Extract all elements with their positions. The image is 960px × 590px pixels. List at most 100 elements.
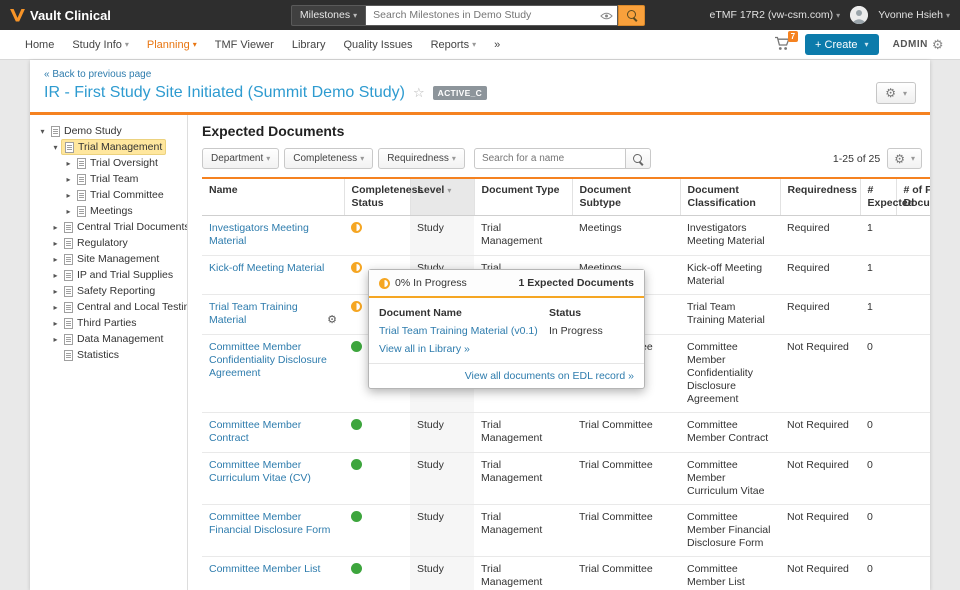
tree-item-safety-reporting[interactable]: ▸Safety Reporting	[30, 283, 187, 299]
tree-item-statistics[interactable]: Statistics	[30, 347, 187, 363]
column-header-requiredness[interactable]: Requiredness	[780, 179, 860, 216]
completeness-complete-icon[interactable]	[351, 459, 362, 470]
primary-nav: HomeStudy Info▾Planning▾ TMF Viewer Librar…	[0, 30, 960, 60]
tree-item-label: Third Parties	[61, 316, 140, 330]
tree-item-trial-team[interactable]: ▸Trial Team	[30, 171, 187, 187]
tree-item-meetings[interactable]: ▸Meetings	[30, 203, 187, 219]
document-icon	[64, 318, 73, 329]
view-all-in-library-link[interactable]: View all in Library »	[379, 343, 549, 355]
nav-item-quality-issues[interactable]: Quality Issues	[334, 30, 421, 60]
page-actions-gear-button[interactable]: ⚙ ▾	[876, 82, 916, 104]
global-search-input[interactable]	[366, 5, 618, 26]
chevron-right-icon[interactable]: ▸	[51, 287, 60, 296]
tree-item-regulatory[interactable]: ▸Regulatory	[30, 235, 187, 251]
document-name-link[interactable]: Kick-off Meeting Material	[209, 262, 324, 274]
chevron-right-icon[interactable]: ▸	[51, 223, 60, 232]
tree-item-trial-management[interactable]: ▾Trial Management	[30, 139, 187, 155]
tree-item-trial-oversight[interactable]: ▸Trial Oversight	[30, 155, 187, 171]
document-name-link[interactable]: Investigators Meeting Material	[209, 222, 309, 247]
chevron-right-icon[interactable]: ▸	[51, 255, 60, 264]
document-name-link[interactable]: Committee Member List	[209, 563, 320, 575]
chevron-right-icon[interactable]: ▸	[51, 335, 60, 344]
nav-item-library[interactable]: Library	[283, 30, 335, 60]
tree-item-trial-committee[interactable]: ▸Trial Committee	[30, 187, 187, 203]
nav-item-reports[interactable]: Reports▾	[422, 30, 486, 60]
document-name-link[interactable]: Committee Member Financial Disclosure Fo…	[209, 511, 330, 536]
filter-requiredness[interactable]: Requiredness▾	[378, 148, 465, 169]
table-header-row: NameCompleteness StatusLevel▾Document Ty…	[202, 179, 930, 216]
chevron-right-icon[interactable]: ▸	[64, 207, 73, 216]
tree-item-third-parties[interactable]: ▸Third Parties	[30, 315, 187, 331]
user-avatar[interactable]	[850, 6, 868, 24]
column-header-expected[interactable]: # Expected	[860, 179, 896, 216]
chevron-right-icon[interactable]: ▸	[51, 303, 60, 312]
nav-item-planning[interactable]: Planning▾	[138, 30, 206, 60]
chevron-right-icon[interactable]: ▸	[51, 239, 60, 248]
nav-item-tmf-viewer[interactable]: TMF Viewer	[206, 30, 283, 60]
document-icon	[64, 270, 73, 281]
vault-selector[interactable]: eTMF 17R2 (vw-csm.com) ▾	[709, 9, 840, 21]
chevron-right-icon[interactable]: ▸	[51, 319, 60, 328]
completeness-complete-icon[interactable]	[351, 511, 362, 522]
tree-item-label: Trial Committee	[74, 188, 167, 202]
name-search-button[interactable]	[626, 148, 651, 169]
filter-department[interactable]: Department▾	[202, 148, 279, 169]
chevron-right-icon[interactable]: ▸	[64, 191, 73, 200]
completeness-complete-icon[interactable]	[351, 341, 362, 352]
tree-item-ip-and-trial-supplies[interactable]: ▸IP and Trial Supplies	[30, 267, 187, 283]
admin-button[interactable]: ADMIN ⚙	[893, 37, 944, 53]
row-actions-gear-icon[interactable]: ⚙	[327, 314, 337, 328]
expected-count-cell: 0	[860, 413, 896, 452]
table-settings-gear-button[interactable]: ⚙ ▾	[887, 148, 922, 169]
tree-item-central-trial-documents[interactable]: ▸Central Trial Documents	[30, 219, 187, 235]
completeness-in-progress-icon[interactable]	[351, 301, 362, 312]
completeness-complete-icon[interactable]	[351, 563, 362, 574]
search-button[interactable]	[618, 5, 645, 26]
nav-item-home[interactable]: Home	[16, 30, 63, 60]
user-menu[interactable]: Yvonne Hsieh ▾	[878, 9, 950, 21]
binoculars-icon[interactable]	[600, 11, 613, 23]
nav-item-more[interactable]: »	[485, 30, 509, 60]
document-name-link[interactable]: Trial Team Training Material	[209, 301, 298, 326]
filter-completeness[interactable]: Completeness▾	[284, 148, 373, 169]
nav-item-label: Reports	[431, 39, 470, 51]
view-all-edl-link[interactable]: View all documents on EDL record »	[465, 370, 634, 382]
completeness-in-progress-icon[interactable]	[351, 222, 362, 233]
chevron-right-icon[interactable]: ▸	[51, 271, 60, 280]
tree-item-data-management[interactable]: ▸Data Management	[30, 331, 187, 347]
document-subtype-cell: Trial Committee	[572, 557, 680, 590]
popup-document-link[interactable]: Trial Team Training Material (v0.1)	[379, 325, 549, 337]
expected-count-cell: 1	[860, 216, 896, 255]
chevron-down-icon[interactable]: ▾	[51, 143, 60, 152]
tree-item-central-and-local-testing[interactable]: ▸Central and Local Testing	[30, 299, 187, 315]
app-logo[interactable]: Vault Clinical	[10, 8, 111, 23]
chevron-down-icon[interactable]: ▾	[38, 127, 47, 136]
tree-item-site-management[interactable]: ▸Site Management	[30, 251, 187, 267]
chevron-right-icon[interactable]: ▸	[64, 175, 73, 184]
completeness-complete-icon[interactable]	[351, 419, 362, 430]
popup-header: 0% In Progress 1 Expected Documents	[369, 270, 644, 298]
search-scope-dropdown[interactable]: Milestones ▾	[291, 5, 366, 26]
document-name-link[interactable]: Committee Member Contract	[209, 419, 301, 444]
name-search	[474, 148, 651, 169]
column-header-document-subtype[interactable]: Document Subtype	[572, 179, 680, 216]
column-header-completeness-status[interactable]: Completeness Status	[344, 179, 410, 216]
column-header-document-classification[interactable]: Document Classification	[680, 179, 780, 216]
expected-count-cell: 0	[860, 504, 896, 556]
nav-item-study-info[interactable]: Study Info▾	[63, 30, 138, 60]
name-search-input[interactable]	[474, 148, 626, 169]
column-header-level[interactable]: Level▾	[410, 179, 474, 216]
document-name-link[interactable]: Committee Member Confidentiality Disclos…	[209, 341, 327, 379]
favorite-star-icon[interactable]: ☆	[413, 85, 425, 101]
document-subtype-cell: Trial Committee	[572, 452, 680, 504]
column-header-document-type[interactable]: Document Type	[474, 179, 572, 216]
completeness-in-progress-icon[interactable]	[351, 262, 362, 273]
back-link[interactable]: « Back to previous page	[44, 69, 151, 80]
chevron-right-icon[interactable]: ▸	[64, 159, 73, 168]
column-header-name[interactable]: Name	[202, 179, 344, 216]
tree-item-demo-study[interactable]: ▾Demo Study	[30, 123, 187, 139]
nav-item-label: TMF Viewer	[215, 39, 274, 51]
create-button[interactable]: + Create ▾	[805, 34, 879, 55]
document-name-link[interactable]: Committee Member Curriculum Vitae (CV)	[209, 459, 311, 484]
cart-button[interactable]: 7	[774, 36, 791, 54]
